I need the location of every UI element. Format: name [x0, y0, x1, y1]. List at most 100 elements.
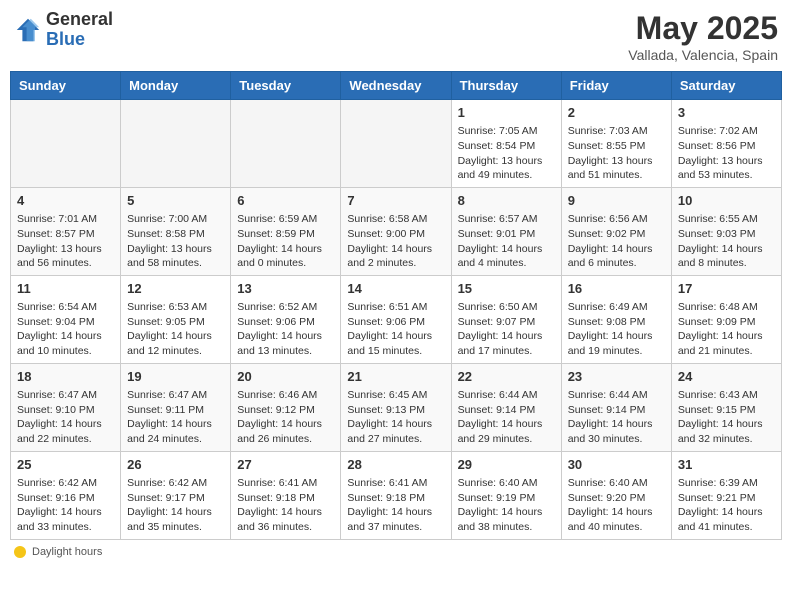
- day-number: 20: [237, 368, 334, 386]
- day-info: Sunrise: 6:48 AMSunset: 9:09 PMDaylight:…: [678, 300, 775, 359]
- calendar-cell: 17 Sunrise: 6:48 AMSunset: 9:09 PMDayligh…: [671, 275, 781, 363]
- day-info: Sunrise: 7:01 AMSunset: 8:57 PMDaylight:…: [17, 212, 114, 271]
- calendar-cell: 23Sunrise: 6:44 AMSunset: 9:14 PMDayligh…: [561, 363, 671, 451]
- week-row-5: 25Sunrise: 6:42 AMSunset: 9:16 PMDayligh…: [11, 451, 782, 539]
- day-number: 13: [237, 280, 334, 298]
- day-number: 11: [17, 280, 114, 298]
- day-number: 6: [237, 192, 334, 210]
- calendar-cell: 4 Sunrise: 7:01 AMSunset: 8:57 PMDaylight…: [11, 187, 121, 275]
- calendar-cell: 24 Sunrise: 6:43 AMSunset: 9:15 PMDayligh…: [671, 363, 781, 451]
- calendar-cell: 15 Sunrise: 6:50 AMSunset: 9:07 PMDayligh…: [451, 275, 561, 363]
- day-info: Sunrise: 7:05 AMSunset: 8:54 PMDaylight:…: [458, 124, 555, 183]
- weekday-header-friday: Friday: [561, 72, 671, 100]
- day-info: Sunrise: 6:47 AMSunset: 9:10 PMDaylight:…: [17, 388, 114, 447]
- day-number: 24: [678, 368, 775, 386]
- day-info: Sunrise: 6:40 AMSunset: 9:20 PMDaylight:…: [568, 476, 665, 535]
- day-number: 29: [458, 456, 555, 474]
- day-number: 14: [347, 280, 444, 298]
- day-info: Sunrise: 6:44 AMSunset: 9:14 PMDaylight:…: [458, 388, 555, 447]
- calendar-cell: 29 Sunrise: 6:40 AMSunset: 9:19 PMDayligh…: [451, 451, 561, 539]
- calendar-cell: 7 Sunrise: 6:58 AMSunset: 9:00 PMDaylight…: [341, 187, 451, 275]
- day-number: 3: [678, 104, 775, 122]
- calendar-cell: 21 Sunrise: 6:45 AMSunset: 9:13 PMDayligh…: [341, 363, 451, 451]
- day-number: 12: [127, 280, 224, 298]
- day-info: Sunrise: 7:00 AMSunset: 8:58 PMDaylight:…: [127, 212, 224, 271]
- day-number: 30: [568, 456, 665, 474]
- logo-general-text: General: [46, 10, 113, 30]
- week-row-1: 1Sunrise: 7:05 AMSunset: 8:54 PMDaylight…: [11, 100, 782, 188]
- day-info: Sunrise: 6:49 AMSunset: 9:08 PMDaylight:…: [568, 300, 665, 359]
- calendar-cell: 26Sunrise: 6:42 AMSunset: 9:17 PMDayligh…: [121, 451, 231, 539]
- day-number: 21: [347, 368, 444, 386]
- calendar-cell: 5 Sunrise: 7:00 AMSunset: 8:58 PMDaylight…: [121, 187, 231, 275]
- title-area: May 2025 Vallada, Valencia, Spain: [628, 10, 778, 63]
- day-info: Sunrise: 6:45 AMSunset: 9:13 PMDaylight:…: [347, 388, 444, 447]
- day-info: Sunrise: 6:51 AMSunset: 9:06 PMDaylight:…: [347, 300, 444, 359]
- day-number: 9: [568, 192, 665, 210]
- calendar-cell: 19 Sunrise: 6:47 AMSunset: 9:11 PMDayligh…: [121, 363, 231, 451]
- week-row-3: 11 Sunrise: 6:54 AMSunset: 9:04 PMDayligh…: [11, 275, 782, 363]
- day-info: Sunrise: 6:56 AMSunset: 9:02 PMDaylight:…: [568, 212, 665, 271]
- logo-blue-text: Blue: [46, 30, 113, 50]
- calendar-cell: 18 Sunrise: 6:47 AMSunset: 9:10 PMDayligh…: [11, 363, 121, 451]
- calendar-cell: 25Sunrise: 6:42 AMSunset: 9:16 PMDayligh…: [11, 451, 121, 539]
- day-number: 2: [568, 104, 665, 122]
- day-number: 26: [127, 456, 224, 474]
- calendar-cell: 12 Sunrise: 6:53 AMSunset: 9:05 PMDayligh…: [121, 275, 231, 363]
- location-title: Vallada, Valencia, Spain: [628, 47, 778, 63]
- calendar-cell: 22 Sunrise: 6:44 AMSunset: 9:14 PMDayligh…: [451, 363, 561, 451]
- calendar-cell: [11, 100, 121, 188]
- day-info: Sunrise: 6:59 AMSunset: 8:59 PMDaylight:…: [237, 212, 334, 271]
- day-info: Sunrise: 6:53 AMSunset: 9:05 PMDaylight:…: [127, 300, 224, 359]
- day-info: Sunrise: 6:39 AMSunset: 9:21 PMDaylight:…: [678, 476, 775, 535]
- day-info: Sunrise: 6:52 AMSunset: 9:06 PMDaylight:…: [237, 300, 334, 359]
- day-info: Sunrise: 6:41 AMSunset: 9:18 PMDaylight:…: [237, 476, 334, 535]
- weekday-header-monday: Monday: [121, 72, 231, 100]
- day-info: Sunrise: 6:58 AMSunset: 9:00 PMDaylight:…: [347, 212, 444, 271]
- day-number: 17: [678, 280, 775, 298]
- day-info: Sunrise: 6:43 AMSunset: 9:15 PMDaylight:…: [678, 388, 775, 447]
- calendar-cell: 28Sunrise: 6:41 AMSunset: 9:18 PMDayligh…: [341, 451, 451, 539]
- calendar-cell: 6 Sunrise: 6:59 AMSunset: 8:59 PMDaylight…: [231, 187, 341, 275]
- calendar-cell: 11 Sunrise: 6:54 AMSunset: 9:04 PMDayligh…: [11, 275, 121, 363]
- logo-text: General Blue: [46, 10, 113, 50]
- page-header: General Blue May 2025 Vallada, Valencia,…: [10, 10, 782, 63]
- calendar-cell: [231, 100, 341, 188]
- day-info: Sunrise: 6:40 AMSunset: 9:19 PMDaylight:…: [458, 476, 555, 535]
- calendar-cell: 16 Sunrise: 6:49 AMSunset: 9:08 PMDayligh…: [561, 275, 671, 363]
- day-info: Sunrise: 6:54 AMSunset: 9:04 PMDaylight:…: [17, 300, 114, 359]
- day-number: 19: [127, 368, 224, 386]
- day-info: Sunrise: 6:46 AMSunset: 9:12 PMDaylight:…: [237, 388, 334, 447]
- day-number: 7: [347, 192, 444, 210]
- day-info: Sunrise: 7:03 AMSunset: 8:55 PMDaylight:…: [568, 124, 665, 183]
- calendar-cell: 3 Sunrise: 7:02 AMSunset: 8:56 PMDaylight…: [671, 100, 781, 188]
- day-number: 22: [458, 368, 555, 386]
- week-row-4: 18 Sunrise: 6:47 AMSunset: 9:10 PMDayligh…: [11, 363, 782, 451]
- weekday-header-thursday: Thursday: [451, 72, 561, 100]
- day-info: Sunrise: 6:50 AMSunset: 9:07 PMDaylight:…: [458, 300, 555, 359]
- day-number: 5: [127, 192, 224, 210]
- calendar-cell: [121, 100, 231, 188]
- day-number: 16: [568, 280, 665, 298]
- weekday-header-saturday: Saturday: [671, 72, 781, 100]
- day-number: 31: [678, 456, 775, 474]
- day-info: Sunrise: 6:57 AMSunset: 9:01 PMDaylight:…: [458, 212, 555, 271]
- calendar-cell: 8Sunrise: 6:57 AMSunset: 9:01 PMDaylight…: [451, 187, 561, 275]
- calendar-cell: 30 Sunrise: 6:40 AMSunset: 9:20 PMDayligh…: [561, 451, 671, 539]
- weekday-header-sunday: Sunday: [11, 72, 121, 100]
- calendar-table: SundayMondayTuesdayWednesdayThursdayFrid…: [10, 71, 782, 540]
- day-number: 25: [17, 456, 114, 474]
- day-number: 27: [237, 456, 334, 474]
- day-number: 18: [17, 368, 114, 386]
- legend-label: Daylight hours: [32, 546, 102, 558]
- day-info: Sunrise: 7:02 AMSunset: 8:56 PMDaylight:…: [678, 124, 775, 183]
- day-info: Sunrise: 6:44 AMSunset: 9:14 PMDaylight:…: [568, 388, 665, 447]
- calendar-cell: 14 Sunrise: 6:51 AMSunset: 9:06 PMDayligh…: [341, 275, 451, 363]
- day-number: 4: [17, 192, 114, 210]
- logo: General Blue: [14, 10, 113, 50]
- day-number: 15: [458, 280, 555, 298]
- calendar-cell: 1Sunrise: 7:05 AMSunset: 8:54 PMDaylight…: [451, 100, 561, 188]
- day-info: Sunrise: 6:41 AMSunset: 9:18 PMDaylight:…: [347, 476, 444, 535]
- day-info: Sunrise: 6:47 AMSunset: 9:11 PMDaylight:…: [127, 388, 224, 447]
- day-number: 10: [678, 192, 775, 210]
